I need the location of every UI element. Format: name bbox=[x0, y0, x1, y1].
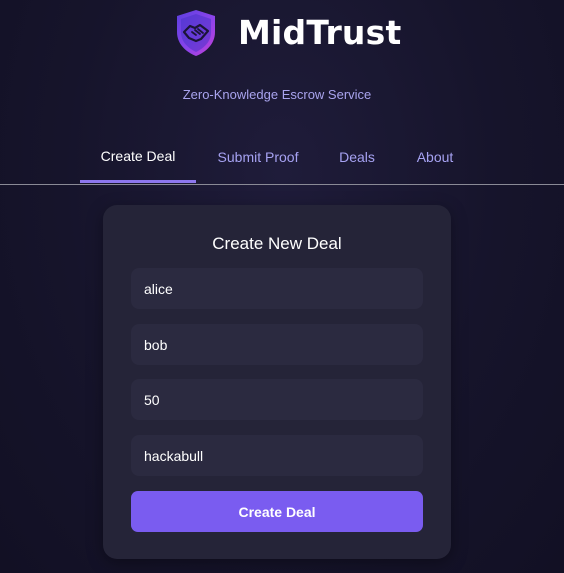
tab-deals[interactable]: Deals bbox=[330, 140, 384, 183]
main-nav: Create Deal Submit Proof Deals About bbox=[0, 140, 564, 185]
tab-about[interactable]: About bbox=[405, 140, 465, 183]
brand: MidTrust bbox=[174, 8, 401, 58]
brand-name: MidTrust bbox=[238, 13, 402, 52]
buyer-input[interactable] bbox=[131, 268, 423, 309]
header: MidTrust bbox=[0, 0, 564, 70]
description-input[interactable] bbox=[131, 435, 423, 476]
create-deal-button[interactable]: Create Deal bbox=[131, 491, 423, 532]
tab-create-deal[interactable]: Create Deal bbox=[80, 140, 196, 183]
tab-submit-proof[interactable]: Submit Proof bbox=[208, 140, 308, 183]
shield-handshake-icon bbox=[177, 10, 215, 56]
tagline: Zero-Knowledge Escrow Service bbox=[182, 87, 372, 102]
seller-input[interactable] bbox=[131, 324, 423, 365]
create-deal-card: Create New Deal Create Deal bbox=[103, 205, 451, 559]
card-title: Create New Deal bbox=[212, 234, 342, 253]
amount-input[interactable] bbox=[131, 379, 423, 420]
